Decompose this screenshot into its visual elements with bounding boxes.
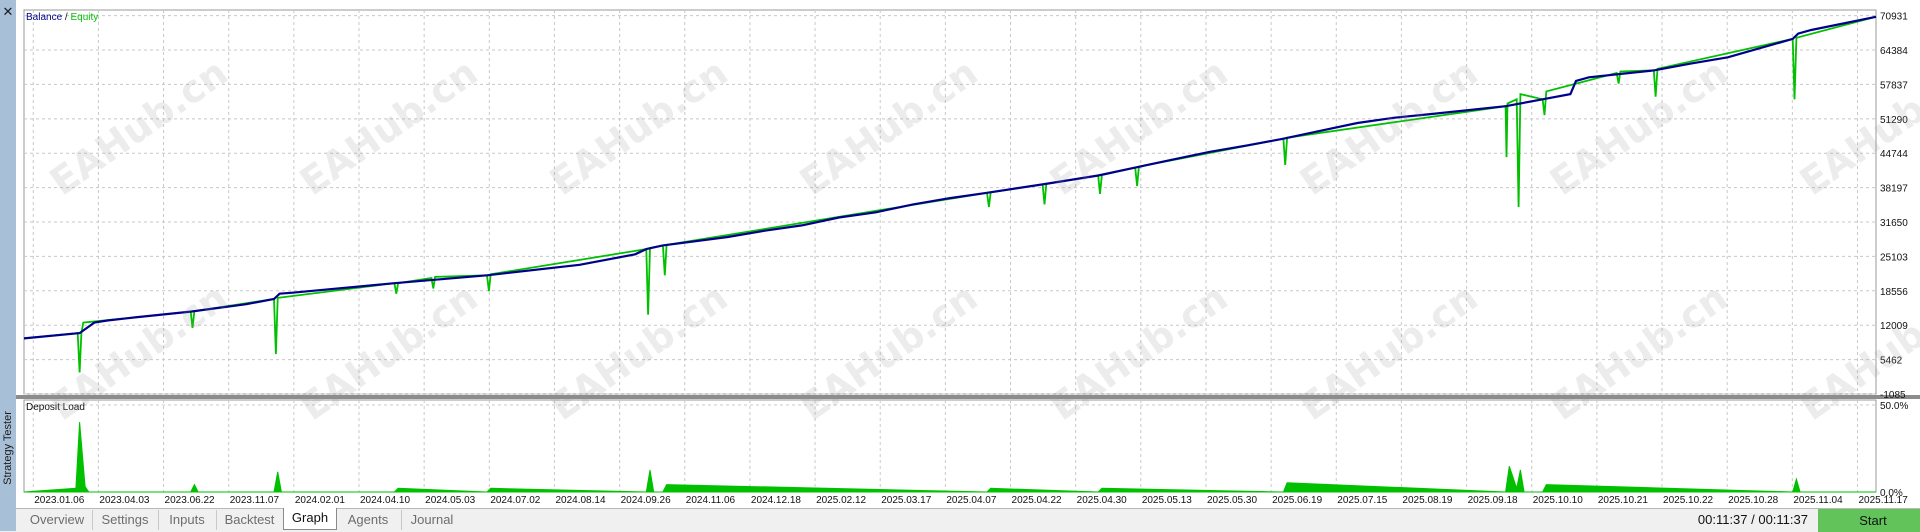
- tab-overview[interactable]: Overview: [22, 510, 93, 530]
- chart-legend: Balance / Equity: [26, 12, 98, 23]
- x-tick-label: 2025.06.19: [1272, 495, 1322, 506]
- load-y-tick-label: 0.0%: [1880, 488, 1903, 499]
- y-tick-label: 38197: [1880, 184, 1908, 195]
- tab-agents[interactable]: Agents: [335, 510, 402, 530]
- x-tick-label: 2025.11.04: [1793, 495, 1843, 506]
- deposit-load-title: Deposit Load: [26, 402, 85, 413]
- tab-settings[interactable]: Settings: [92, 510, 159, 530]
- x-tick-label: 2024.09.26: [621, 495, 671, 506]
- x-tick-label: 2023.11.07: [230, 495, 280, 506]
- close-icon[interactable]: ✕: [1, 6, 15, 20]
- x-tick-label: 2025.10.22: [1663, 495, 1713, 506]
- panel-separator: [16, 395, 1920, 399]
- load-y-tick-label: 50.0%: [1880, 401, 1908, 412]
- y-tick-label: 57837: [1880, 80, 1908, 91]
- tab-graph[interactable]: Graph: [283, 508, 337, 530]
- elapsed-timer: 00:11:37 / 00:11:37: [1697, 512, 1808, 527]
- start-button-label: Start: [1859, 513, 1887, 528]
- tab-journal[interactable]: Journal: [401, 510, 463, 530]
- x-tick-label: 2025.04.22: [1012, 495, 1062, 506]
- graph-area: 2023.01.06 2023.04.03 2023.06.22 2023.11.07…: [16, 0, 1920, 508]
- x-tick-label: 2025.05.13: [1142, 495, 1192, 506]
- x-tick-label: 2023.06.22: [165, 495, 215, 506]
- y-tick-label: 44744: [1880, 149, 1908, 160]
- tab-backtest[interactable]: Backtest: [216, 510, 283, 530]
- panel-title: Strategy Tester: [2, 411, 14, 485]
- tab-bar: Overview Settings Inputs Backtest Graph Agent…: [16, 508, 1920, 532]
- x-tick-label: 2025.07.15: [1337, 495, 1387, 506]
- y-tick-label: -1085: [1880, 390, 1906, 401]
- x-tick-label: 2023.04.03: [99, 495, 149, 506]
- tab-inputs[interactable]: Inputs: [158, 510, 217, 530]
- y-tick-label: 70931: [1880, 12, 1908, 23]
- x-tick-label: 2024.05.03: [425, 495, 475, 506]
- y-tick-label: 12009: [1880, 321, 1908, 332]
- start-button[interactable]: Start: [1818, 509, 1920, 532]
- x-tick-label: 2024.02.01: [295, 495, 345, 506]
- x-tick-label: 2024.11.06: [686, 495, 736, 506]
- y-tick-label: 5462: [1880, 356, 1903, 367]
- y-tick-label: 31650: [1880, 218, 1908, 229]
- x-tick-label: 2024.04.10: [360, 495, 410, 506]
- y-tick-label: 51290: [1880, 115, 1908, 126]
- x-tick-label: 2025.08.19: [1402, 495, 1452, 506]
- x-tick-label: 2025.05.30: [1207, 495, 1257, 506]
- x-tick-label: 2025.03.17: [881, 495, 931, 506]
- equity-line: [23, 15, 1877, 373]
- legend-separator: /: [62, 12, 70, 23]
- x-tick-label: 2024.08.14: [555, 495, 605, 506]
- x-tick-label: 2025.10.28: [1728, 495, 1778, 506]
- x-tick-label: 2025.09.18: [1468, 495, 1518, 506]
- balance-line: [23, 15, 1877, 340]
- x-tick-label: 2024.07.02: [490, 495, 540, 506]
- x-tick-label: 2023.01.06: [34, 495, 84, 506]
- x-tick-label: 2025.04.07: [946, 495, 996, 506]
- x-tick-label: 2024.12.18: [751, 495, 801, 506]
- main-plot-frame: [23, 9, 1877, 395]
- x-tick-label: 2025.02.12: [816, 495, 866, 506]
- x-tick-label: 2025.04.30: [1077, 495, 1127, 506]
- y-tick-label: 25103: [1880, 252, 1908, 263]
- x-tick-label: 2025.10.10: [1533, 495, 1583, 506]
- legend-balance: Balance: [26, 12, 63, 23]
- load-plot-frame: [23, 399, 1877, 493]
- y-tick-label: 18556: [1880, 287, 1908, 298]
- deposit-load-area: [23, 422, 1876, 493]
- legend-equity: Equity: [70, 12, 98, 23]
- strategy-tester-side-strip: ✕ Strategy Tester: [0, 0, 17, 531]
- graph-svg: 2023.01.06 2023.04.03 2023.06.22 2023.11.07…: [16, 9, 1920, 506]
- x-tick-label: 2025.10.21: [1598, 495, 1648, 506]
- y-tick-label: 64384: [1880, 46, 1908, 57]
